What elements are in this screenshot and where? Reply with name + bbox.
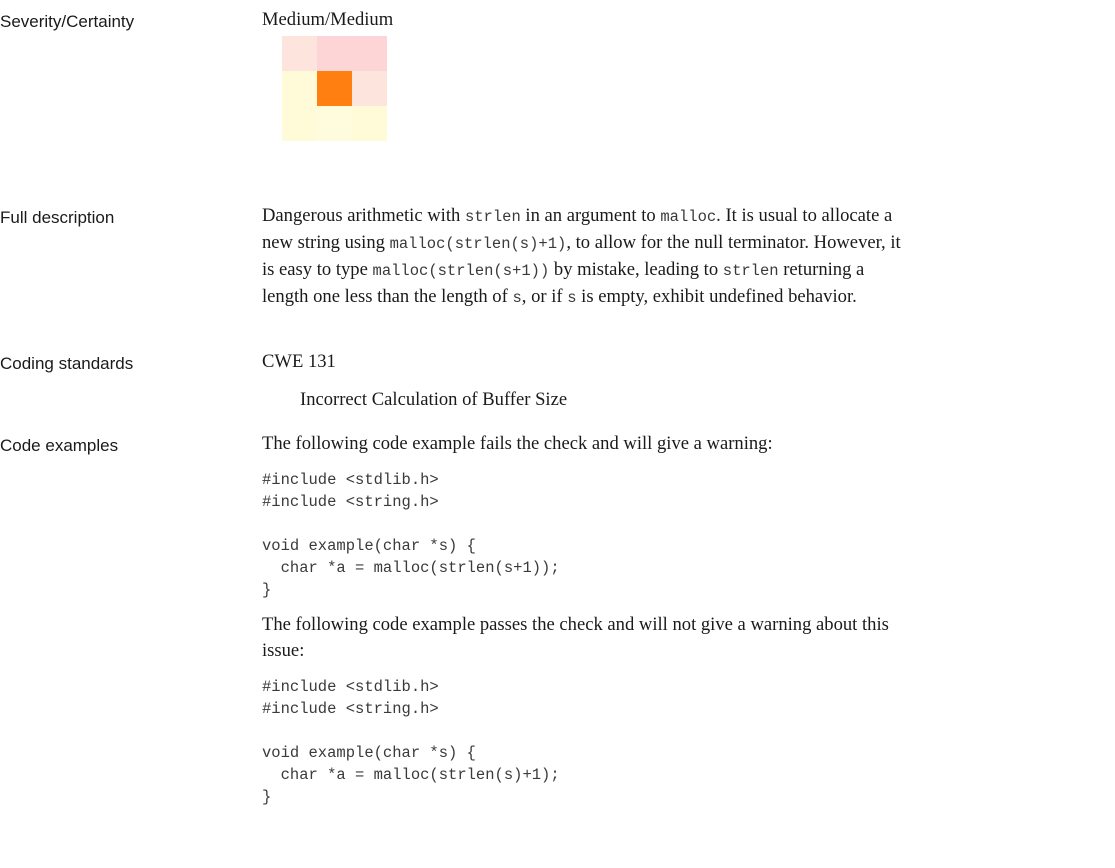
description-text: , to allow for the null terminator. Howe… <box>566 232 901 253</box>
code-examples-label: Code examples <box>0 436 119 455</box>
description-text: is easy to type <box>262 259 373 280</box>
severity-value: Medium/Medium <box>262 9 394 30</box>
inline-code: malloc(strlen(s)+1) <box>389 235 567 253</box>
description-line: new string using malloc(strlen(s)+1), to… <box>262 230 901 257</box>
matrix-cell-highlight <box>317 71 352 106</box>
full-description-text: Dangerous arithmetic with strlen in an a… <box>262 203 901 311</box>
pass-example-intro-line1: The following code example passes the ch… <box>262 614 889 635</box>
description-line: Dangerous arithmetic with strlen in an a… <box>262 203 901 230</box>
inline-code: malloc <box>660 208 717 226</box>
inline-code: malloc(strlen(s+1)) <box>372 262 550 280</box>
inline-code: s <box>567 289 577 307</box>
description-text: in an argument to <box>520 205 661 226</box>
description-text: by mistake, leading to <box>549 259 723 280</box>
inline-code: strlen <box>722 262 779 280</box>
description-text: new string using <box>262 232 390 253</box>
fail-code-block: #include <stdlib.h> #include <string.h> … <box>262 471 560 599</box>
matrix-cell <box>352 71 387 106</box>
inline-code: strlen <box>464 208 521 226</box>
severity-certainty-matrix <box>282 36 387 141</box>
matrix-cell <box>352 36 387 71</box>
coding-standard-title: Incorrect Calculation of Buffer Size <box>300 389 568 410</box>
description-line: is easy to type malloc(strlen(s+1)) by m… <box>262 257 901 284</box>
description-text: returning a <box>778 259 865 280</box>
matrix-cell <box>352 106 387 141</box>
pass-code-block: #include <stdlib.h> #include <string.h> … <box>262 678 560 806</box>
coding-standards-label: Coding standards <box>0 354 134 373</box>
full-description-label: Full description <box>0 208 115 227</box>
matrix-cell <box>317 106 352 141</box>
description-line: length one less than the length of s, or… <box>262 284 901 311</box>
description-text: , or if <box>521 286 568 307</box>
fail-example-intro: The following code example fails the che… <box>262 433 773 454</box>
coding-standard-id: CWE 131 <box>262 351 336 372</box>
matrix-cell <box>317 36 352 71</box>
description-text: length one less than the length of <box>262 286 513 307</box>
matrix-cell <box>282 71 317 106</box>
description-text: Dangerous arithmetic with <box>262 205 465 226</box>
inline-code: s <box>512 289 522 307</box>
matrix-cell <box>282 36 317 71</box>
description-text: is empty, exhibit undefined behavior. <box>576 286 857 307</box>
severity-label: Severity/Certainty <box>0 12 135 31</box>
matrix-cell <box>282 106 317 141</box>
description-text: . It is usual to allocate a <box>716 205 893 226</box>
pass-example-intro-line2: issue: <box>262 640 305 661</box>
